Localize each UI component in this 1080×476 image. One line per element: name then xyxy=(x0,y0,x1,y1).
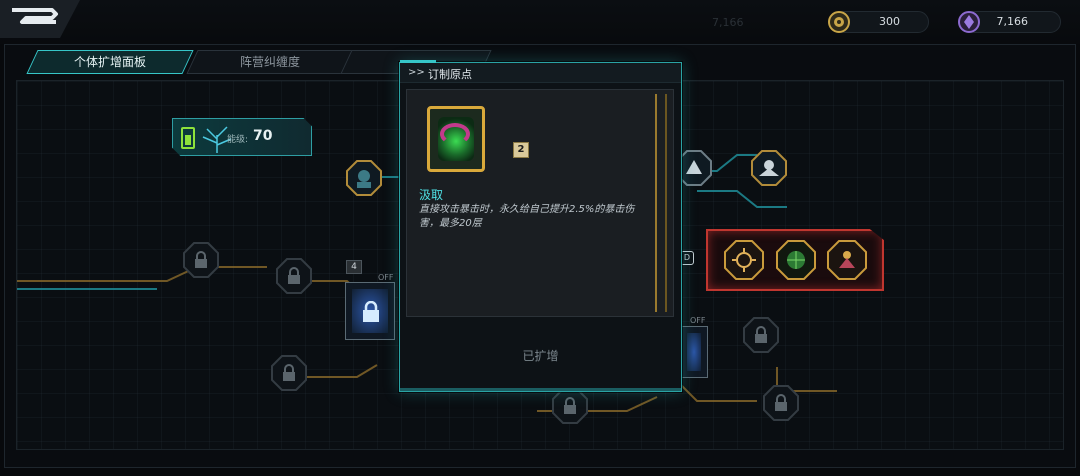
augment-level-badge: 2 xyxy=(513,142,529,158)
skill-description: 直接攻击暴击时，永久给自己提升2.5%的暴击伤害，最多20层 xyxy=(419,204,635,229)
sun-node-icon xyxy=(724,240,764,280)
lock-icon xyxy=(363,301,379,322)
top-bar: 7,166 300 7,166 xyxy=(0,0,1080,44)
lock-icon xyxy=(743,317,779,353)
figure-node-icon xyxy=(346,160,382,196)
augment-node-locked[interactable] xyxy=(552,388,588,424)
lock-icon xyxy=(552,388,588,424)
popup-footer-bar xyxy=(400,388,681,391)
tab-individual-augment[interactable]: 个体扩增面板 xyxy=(26,50,194,74)
augment-node-locked[interactable] xyxy=(183,242,219,278)
slot-glow xyxy=(687,333,701,371)
figure-node-icon xyxy=(751,150,787,186)
augment-node-active[interactable] xyxy=(776,240,816,280)
augment-node-locked[interactable] xyxy=(271,355,307,391)
figure-node-icon xyxy=(827,240,867,280)
battery-icon xyxy=(181,127,195,149)
augment-node-active[interactable] xyxy=(724,240,764,280)
augment-node-locked[interactable] xyxy=(743,317,779,353)
currency-purple-gem[interactable]: 7,166 xyxy=(958,11,1061,33)
lock-icon xyxy=(763,385,799,421)
currency-gear-coin[interactable]: 300 xyxy=(828,11,929,33)
off-label: OFF xyxy=(690,316,706,325)
augment-status: 已扩增 xyxy=(522,349,559,363)
globe-node-icon xyxy=(776,240,816,280)
purple-gem-icon xyxy=(958,11,980,33)
lock-icon xyxy=(271,355,307,391)
tab-label: 个体扩增面板 xyxy=(73,55,146,69)
energy-level-plate: 能级: 70 xyxy=(172,118,312,156)
lock-icon xyxy=(276,258,312,294)
energy-value: 70 xyxy=(253,128,273,144)
augment-node-active[interactable] xyxy=(827,240,867,280)
augment-node-unlocked[interactable] xyxy=(751,150,787,186)
back-arrow-icon xyxy=(12,8,58,24)
skill-name: 汲取 xyxy=(419,188,444,202)
card-rails xyxy=(655,94,667,312)
energy-label: 能级: xyxy=(227,135,249,145)
header-arrows: >> xyxy=(408,67,425,78)
level-badge: 4 xyxy=(346,260,362,274)
augment-detail-popup: >> 订制原点 2 汲取 直接攻击暴击时，永久给自己提升2.5%的暴击伤害，最多… xyxy=(399,60,682,392)
off-label: OFF xyxy=(378,273,394,282)
ghost-currency-value: 7,166 xyxy=(712,16,744,29)
header-accent xyxy=(400,60,436,63)
augment-card: 2 汲取 直接攻击暴击时，永久给自己提升2.5%的暴击伤害，最多20层 xyxy=(406,89,674,317)
augment-node-locked[interactable] xyxy=(763,385,799,421)
currency-value: 7,166 xyxy=(996,15,1029,28)
gear-coin-icon xyxy=(828,11,850,33)
augment-node-locked[interactable] xyxy=(276,258,312,294)
group-marker: D xyxy=(680,251,694,265)
tab-faction-entanglement[interactable]: 阵营纠缠度 xyxy=(186,50,354,74)
currency-value: 300 xyxy=(879,15,900,28)
augment-node-unlocked[interactable] xyxy=(346,160,382,196)
augment-slot-locked[interactable] xyxy=(680,326,708,378)
back-button[interactable] xyxy=(0,0,80,38)
augment-icon xyxy=(427,102,518,172)
popup-header: >> 订制原点 xyxy=(400,60,681,83)
swirl-icon xyxy=(440,123,470,145)
lock-icon xyxy=(183,242,219,278)
augment-slot-locked[interactable] xyxy=(345,282,395,340)
popup-title: 订制原点 xyxy=(428,68,472,81)
tab-label: 阵营纠缠度 xyxy=(239,55,300,69)
